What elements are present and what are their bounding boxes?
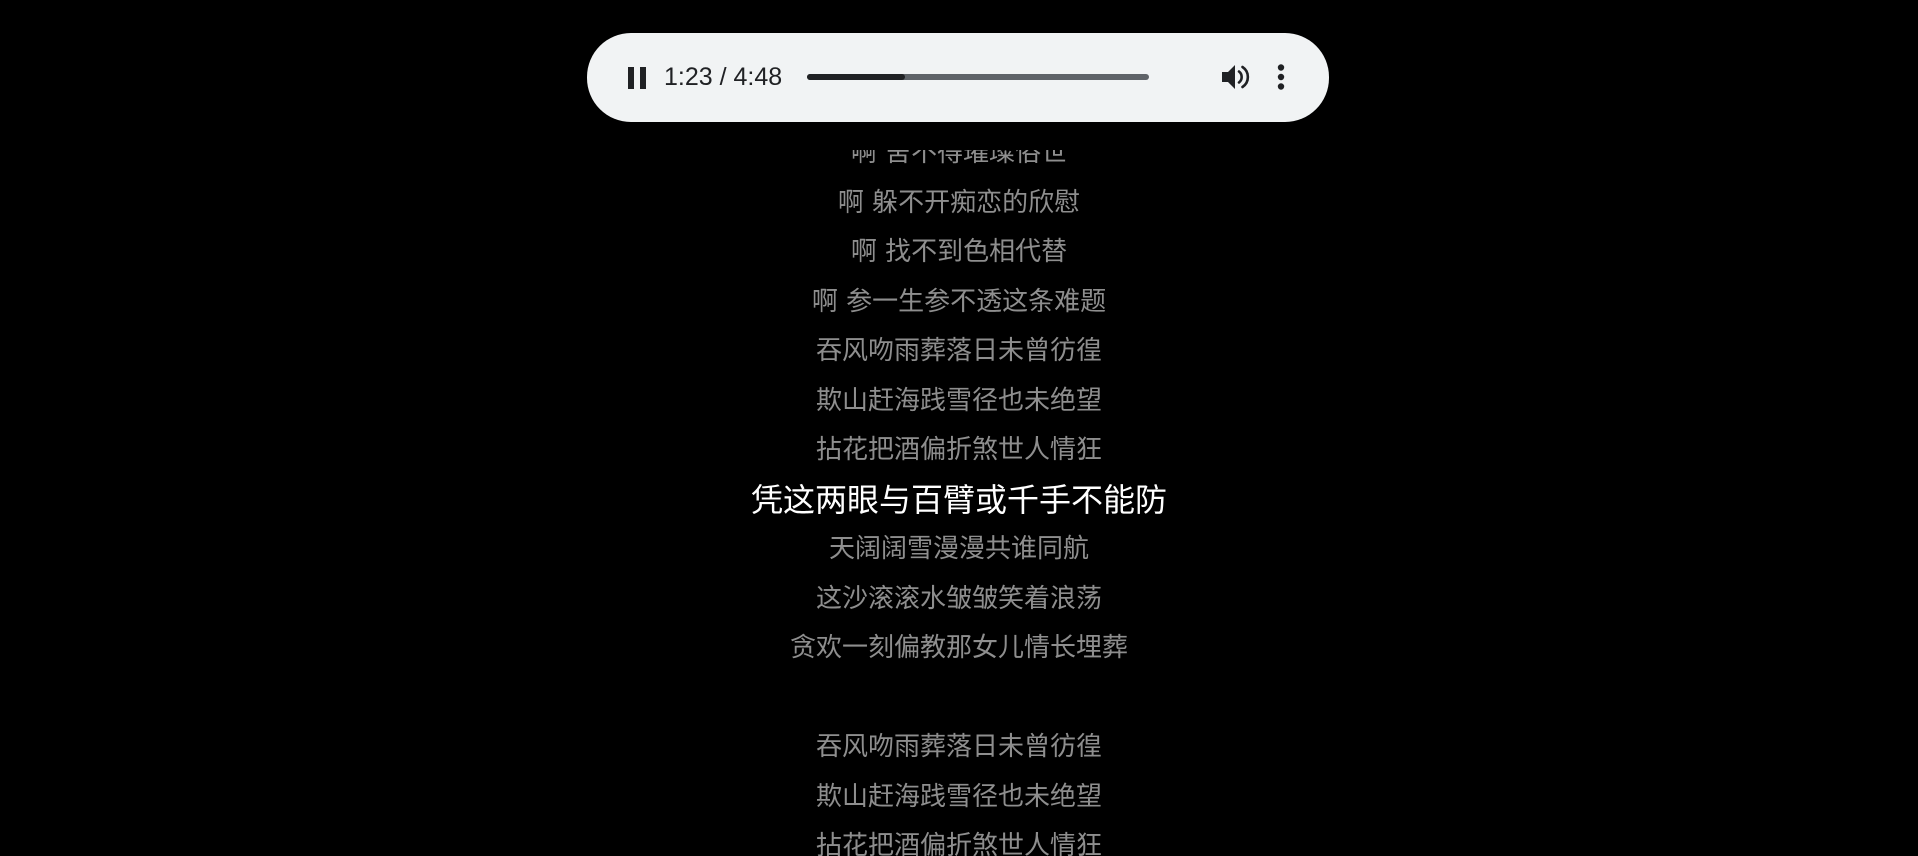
lyric-line: 吞风吻雨葬落日未曾彷徨 <box>815 732 1102 762</box>
time-display: 1:23 / 4:48 <box>664 63 783 91</box>
pause-icon <box>628 67 646 89</box>
lyric-line: 拈花把酒偏折煞世人情狂 <box>815 435 1102 465</box>
lyric-line: 贪欢一刻偏教那女儿情长埋葬 <box>789 633 1128 663</box>
volume-button[interactable] <box>1217 59 1253 95</box>
lyric-line: 啊 躲不开痴恋的欣慰 <box>837 187 1081 218</box>
lyric-line: 拈花把酒偏折煞世人情狂 <box>815 831 1102 856</box>
lyric-line: 吞风吻雨葬落日未曾彷徨 <box>815 336 1102 366</box>
lyrics-panel[interactable]: 啊 舍不得璀璨俗世啊 躲不开痴恋的欣慰啊 找不到色相代替啊 参一生参不透这条难题… <box>0 150 1918 856</box>
pause-button[interactable] <box>620 61 654 95</box>
lyric-line <box>0 674 1918 724</box>
volume-icon <box>1222 65 1250 89</box>
lyric-line: 欺山赶海践雪径也未绝望 <box>815 781 1102 812</box>
lyric-line-active: 凭这两眼与百臂或千手不能防 <box>750 480 1167 519</box>
lyric-line: 欺山赶海践雪径也未绝望 <box>815 385 1102 416</box>
progress-slider[interactable] <box>807 69 1149 85</box>
lyric-line: 这沙滚滚水皱皱笑着浪荡 <box>815 583 1102 614</box>
lyric-line: 啊 找不到色相代替 <box>850 237 1068 267</box>
lyric-line: 啊 参一生参不透这条难题 <box>811 286 1107 317</box>
more-options-button[interactable] <box>1271 59 1291 95</box>
progress-played <box>807 74 906 80</box>
more-vert-icon <box>1277 64 1285 90</box>
lyric-line: 啊 舍不得璀璨俗世 <box>850 150 1068 168</box>
audio-player: 1:23 / 4:48 <box>587 33 1329 122</box>
lyric-line: 天阔阔雪漫漫共谁同航 <box>828 534 1089 564</box>
lyrics-list: 啊 舍不得璀璨俗世啊 躲不开痴恋的欣慰啊 找不到色相代替啊 参一生参不透这条难题… <box>0 150 1918 856</box>
